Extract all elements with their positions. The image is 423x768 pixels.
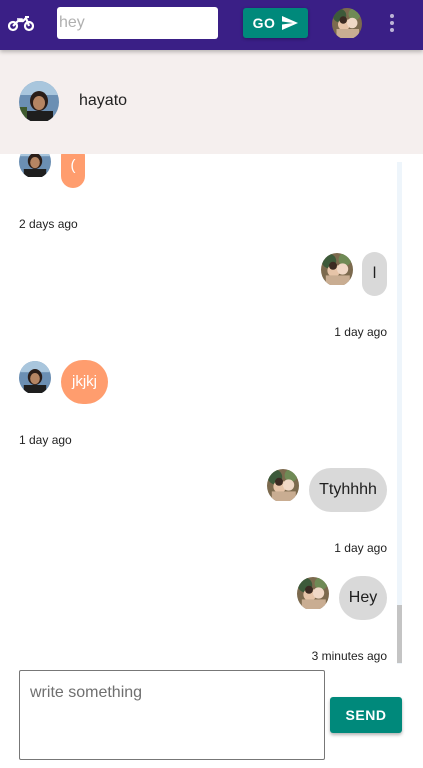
message-timestamp: 1 day ago [19, 433, 72, 447]
more-vert-icon[interactable] [382, 12, 402, 34]
conversation-header: hayato [0, 50, 423, 154]
motorcycle-icon[interactable] [8, 13, 34, 33]
message-bubble: l [362, 252, 387, 296]
send-button[interactable]: SEND [330, 697, 402, 733]
search-input[interactable] [57, 7, 218, 39]
app-bar: GO [0, 0, 423, 50]
message-timestamp: 1 day ago [334, 541, 387, 555]
message-bubble: Hey [339, 576, 387, 620]
message-bubble: Ttyhhhh [309, 468, 387, 512]
message-timestamp: 3 minutes ago [311, 649, 387, 663]
user-avatar [267, 469, 299, 501]
message-list[interactable]: ( 2 days ago l 1 day ago jkjkj 1 day ago [0, 154, 423, 666]
go-button[interactable]: GO [243, 8, 308, 38]
contact-avatar[interactable] [19, 81, 59, 121]
contact-name: hayato [79, 92, 128, 109]
go-label: GO [252, 15, 276, 31]
message-timestamp: 2 days ago [19, 217, 78, 231]
send-arrow-icon [282, 16, 299, 30]
user-avatar [321, 253, 353, 285]
message-bubble: jkjkj [61, 360, 108, 404]
contact-avatar [19, 361, 51, 393]
message-input[interactable] [19, 670, 325, 760]
scrollbar-thumb[interactable] [397, 605, 402, 663]
user-avatar [297, 577, 329, 609]
message-bubble: ( [61, 154, 85, 188]
user-avatar[interactable] [332, 8, 362, 38]
scrollbar-track[interactable] [397, 162, 402, 664]
send-label: SEND [345, 707, 387, 723]
contact-avatar [19, 154, 51, 177]
message-timestamp: 1 day ago [334, 325, 387, 339]
